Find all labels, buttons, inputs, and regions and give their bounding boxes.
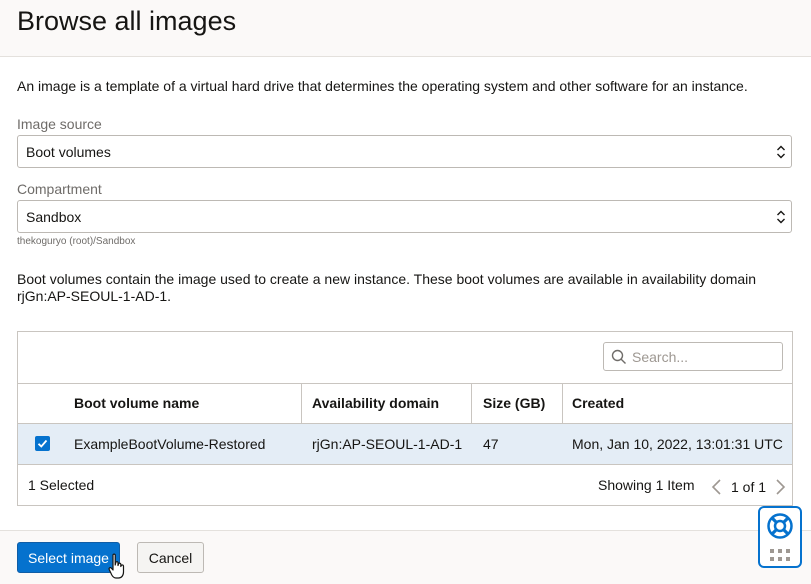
select-image-button[interactable]: Select image bbox=[17, 542, 120, 573]
selected-count: 1 Selected bbox=[28, 477, 95, 493]
boot-volumes-table: Boot volume name Availability domain Siz… bbox=[17, 331, 793, 506]
column-divider bbox=[562, 383, 563, 423]
column-divider bbox=[301, 383, 302, 423]
intro-text: An image is a template of a virtual hard… bbox=[17, 78, 748, 94]
row-checkbox[interactable] bbox=[35, 436, 50, 451]
compartment-label: Compartment bbox=[17, 181, 102, 197]
check-icon bbox=[37, 439, 48, 448]
image-source-value: Boot volumes bbox=[26, 144, 111, 160]
chevron-up-down-icon bbox=[777, 145, 785, 159]
column-divider bbox=[471, 383, 472, 423]
column-header-availability-domain[interactable]: Availability domain bbox=[312, 383, 439, 423]
cancel-button[interactable]: Cancel bbox=[137, 542, 204, 573]
compartment-value: Sandbox bbox=[26, 209, 82, 225]
search-input[interactable] bbox=[632, 346, 777, 367]
table-footer: 1 Selected Showing 1 Item 1 of 1 bbox=[18, 465, 792, 505]
search-icon bbox=[611, 349, 626, 364]
table-row[interactable]: ExampleBootVolume-Restored rjGn:AP-SEOUL… bbox=[18, 424, 792, 465]
showing-count: Showing 1 Item bbox=[598, 477, 695, 493]
search-box[interactable] bbox=[603, 342, 783, 371]
column-header-name[interactable]: Boot volume name bbox=[74, 383, 199, 423]
chevron-up-down-icon bbox=[777, 210, 785, 224]
drag-handle-icon[interactable] bbox=[769, 548, 791, 562]
help-widget[interactable] bbox=[758, 506, 802, 568]
compartment-select[interactable]: Sandbox bbox=[17, 200, 792, 233]
image-source-label: Image source bbox=[17, 116, 102, 132]
cell-created: Mon, Jan 10, 2022, 13:01:31 UTC bbox=[572, 436, 783, 452]
chevron-right-icon[interactable] bbox=[773, 478, 787, 496]
hand-pointer-icon bbox=[108, 553, 125, 579]
compartment-path-hint: thekoguryo (root)/Sandbox bbox=[17, 236, 136, 247]
page-indicator: 1 of 1 bbox=[731, 479, 767, 495]
boot-volumes-description: Boot volumes contain the image used to c… bbox=[17, 271, 757, 304]
column-header-created[interactable]: Created bbox=[572, 383, 624, 423]
cell-size: 47 bbox=[483, 436, 499, 452]
table-toolbar bbox=[18, 332, 792, 384]
cell-boot-volume-name: ExampleBootVolume-Restored bbox=[74, 436, 266, 452]
page-title: Browse all images bbox=[17, 6, 237, 36]
table-header: Boot volume name Availability domain Siz… bbox=[18, 383, 792, 424]
lifebuoy-icon bbox=[767, 513, 793, 539]
image-source-select[interactable]: Boot volumes bbox=[17, 135, 792, 168]
cell-availability-domain: rjGn:AP-SEOUL-1-AD-1 bbox=[312, 436, 463, 452]
page-header: Browse all images bbox=[0, 0, 811, 57]
column-header-size[interactable]: Size (GB) bbox=[483, 383, 545, 423]
chevron-left-icon[interactable] bbox=[710, 478, 724, 496]
